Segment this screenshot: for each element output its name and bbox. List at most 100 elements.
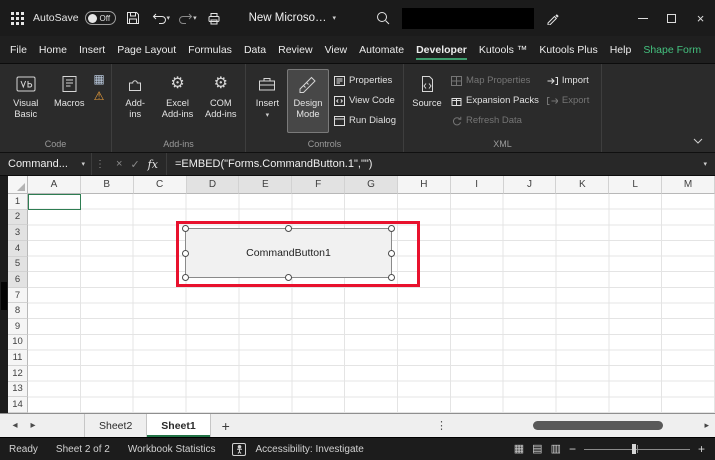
insert-control-button[interactable]: Insert ▾ xyxy=(250,69,285,133)
close-button[interactable]: × xyxy=(686,0,715,36)
row-header-3[interactable]: 3 xyxy=(8,225,28,241)
ribbon-tab-page-layout[interactable]: Page Layout xyxy=(111,36,182,63)
row-header-4[interactable]: 4 xyxy=(8,240,28,257)
search-icon[interactable] xyxy=(376,11,390,25)
horizontal-scrollbar[interactable]: ▸ xyxy=(453,414,715,437)
source-button[interactable]: Source xyxy=(408,69,446,133)
view-code-button[interactable]: View Code xyxy=(331,91,399,110)
enter-icon[interactable]: ✓ xyxy=(130,158,139,171)
ribbon-tab-automate[interactable]: Automate xyxy=(353,36,410,63)
column-header-k[interactable]: K xyxy=(556,176,610,194)
resize-handle-s[interactable] xyxy=(285,274,292,281)
workbook-statistics-button[interactable]: Workbook Statistics xyxy=(119,438,225,460)
row-header-12[interactable]: 12 xyxy=(8,365,28,382)
import-button[interactable]: Import xyxy=(544,71,592,90)
collapse-ribbon-icon[interactable] xyxy=(693,138,703,144)
column-header-j[interactable]: J xyxy=(503,176,557,194)
normal-view-button[interactable]: ▦ xyxy=(514,443,524,455)
column-header-d[interactable]: D xyxy=(186,176,240,194)
insert-function-icon[interactable]: fx xyxy=(148,158,158,171)
resize-handle-ne[interactable] xyxy=(388,225,395,232)
page-layout-view-button[interactable]: ▤ xyxy=(532,443,542,455)
formula-bar-expand-icon[interactable]: ▾ xyxy=(703,161,715,168)
zoom-in-button[interactable]: + xyxy=(698,443,705,455)
row-header-2[interactable]: 2 xyxy=(8,209,28,226)
accessibility-status[interactable]: Accessibility: Investigate xyxy=(246,438,372,460)
redo-dropdown-icon[interactable]: ▾ xyxy=(193,15,197,22)
excel-addins-button[interactable]: ⚙ Excel Add-ins xyxy=(156,69,198,133)
row-header-1[interactable]: 1 xyxy=(8,194,28,210)
ribbon-tab-kutools[interactable]: Kutools ™ xyxy=(473,36,533,63)
select-all-corner[interactable] xyxy=(8,176,28,194)
ribbon-tab-shape-form[interactable]: Shape Form xyxy=(637,36,707,63)
ribbon-tab-formulas[interactable]: Formulas xyxy=(182,36,238,63)
properties-button[interactable]: Properties xyxy=(331,71,399,90)
map-properties-button[interactable]: Map Properties xyxy=(448,71,542,90)
pen-icon[interactable] xyxy=(546,12,559,25)
zoom-out-button[interactable]: − xyxy=(569,443,576,455)
maximize-button[interactable] xyxy=(657,0,686,36)
undo-button[interactable]: ▾ xyxy=(152,12,171,25)
resize-handle-n[interactable] xyxy=(285,225,292,232)
command-button-control[interactable]: CommandButton1 xyxy=(182,225,395,281)
cancel-icon[interactable]: × xyxy=(116,158,122,170)
undo-dropdown-icon[interactable]: ▾ xyxy=(167,15,171,22)
column-header-m[interactable]: M xyxy=(662,176,715,194)
macros-button[interactable]: Macros xyxy=(49,69,89,133)
resize-handle-sw[interactable] xyxy=(182,274,189,281)
row-header-8[interactable]: 8 xyxy=(8,303,28,319)
com-addins-button[interactable]: ⚙ COM Add-ins xyxy=(201,69,241,133)
cell-grid[interactable]: CommandButton1 xyxy=(28,194,715,413)
formula-input[interactable]: =EMBED("Forms.CommandButton.1","") xyxy=(167,158,704,170)
row-header-10[interactable]: 10 xyxy=(8,334,28,351)
horizontal-scroll-thumb[interactable] xyxy=(533,421,663,430)
ribbon-tab-file[interactable]: File xyxy=(4,36,33,63)
column-header-a[interactable]: A xyxy=(28,176,81,194)
column-header-h[interactable]: H xyxy=(397,176,451,194)
ribbon-tab-data[interactable]: Data xyxy=(238,36,272,63)
autosave-toggle[interactable]: Off xyxy=(84,11,116,25)
resize-handle-nw[interactable] xyxy=(182,225,189,232)
zoom-slider-thumb[interactable] xyxy=(631,444,636,454)
scroll-right-icon[interactable]: ▸ xyxy=(704,420,709,431)
resize-handle-e[interactable] xyxy=(388,249,395,257)
column-header-i[interactable]: I xyxy=(450,176,504,194)
addins-button[interactable]: Add-ins xyxy=(116,69,154,133)
design-mode-button[interactable]: Design Mode xyxy=(286,69,329,133)
ribbon-tab-help[interactable]: Help xyxy=(604,36,638,63)
save-icon[interactable] xyxy=(126,11,140,25)
resize-handle-w[interactable] xyxy=(182,249,189,257)
row-header-5[interactable]: 5 xyxy=(8,256,28,273)
page-break-view-button[interactable]: ▥ xyxy=(551,443,561,455)
visual-basic-button[interactable]: Visual Basic xyxy=(4,69,47,133)
app-launcher-icon[interactable] xyxy=(11,11,24,25)
refresh-data-button[interactable]: Refresh Data xyxy=(448,111,542,130)
tab-strip-resizer[interactable]: ⋮ xyxy=(430,414,453,437)
use-relative-references-icon[interactable]: ▦ xyxy=(91,71,107,87)
formula-bar-resizer[interactable]: ⋮ xyxy=(92,159,108,170)
sheet-nav-left-icon[interactable]: ◂ xyxy=(6,414,24,437)
row-header-9[interactable]: 9 xyxy=(8,319,28,335)
redo-button[interactable]: ▾ xyxy=(178,12,197,25)
export-button[interactable]: Export xyxy=(544,91,592,110)
macro-security-icon[interactable]: ⚠ xyxy=(91,88,107,104)
column-header-e[interactable]: E xyxy=(239,176,293,194)
column-header-f[interactable]: F xyxy=(292,176,346,194)
column-header-c[interactable]: C xyxy=(133,176,187,194)
ribbon-tab-review[interactable]: Review xyxy=(272,36,318,63)
ribbon-tab-insert[interactable]: Insert xyxy=(73,36,111,63)
zoom-slider[interactable] xyxy=(583,443,690,455)
row-header-6[interactable]: 6 xyxy=(8,272,28,288)
sheet-tab-sheet2[interactable]: Sheet2 xyxy=(84,414,148,437)
sheet-nav-right-icon[interactable]: ▸ xyxy=(24,414,42,437)
accessibility-checker-icon[interactable] xyxy=(232,442,247,456)
ribbon-tab-developer[interactable]: Developer xyxy=(410,36,473,63)
row-header-11[interactable]: 11 xyxy=(8,350,28,366)
column-header-b[interactable]: B xyxy=(80,176,134,194)
row-header-13[interactable]: 13 xyxy=(8,381,28,398)
run-dialog-button[interactable]: Run Dialog xyxy=(331,111,399,130)
document-title[interactable]: New Microso… ▾ xyxy=(249,12,336,24)
name-box[interactable]: Command... ▾ xyxy=(0,153,92,175)
ribbon-tab-kutools-plus[interactable]: Kutools Plus xyxy=(533,36,603,63)
resize-handle-se[interactable] xyxy=(388,274,395,281)
